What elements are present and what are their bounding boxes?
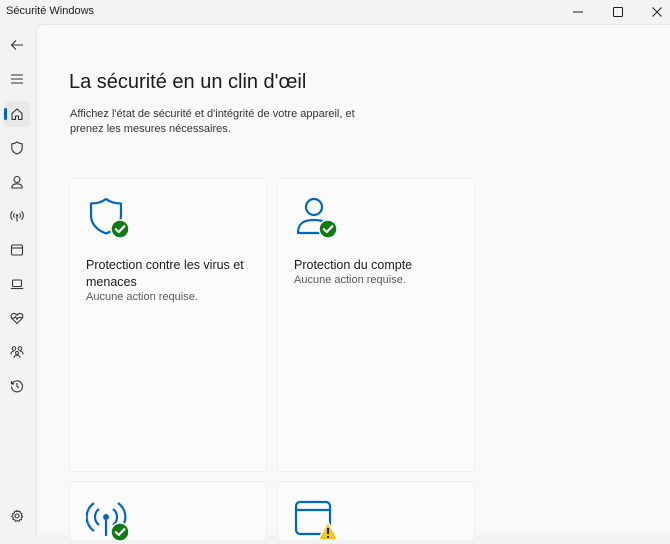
nav-protection-history[interactable]	[4, 373, 30, 399]
navigation-sidebar	[0, 24, 36, 535]
wireless-check-icon	[86, 502, 130, 542]
shield-check-icon	[89, 197, 130, 239]
main-content: La sécurité en un clin d'œil Affichez l'…	[36, 24, 670, 542]
card-app-browser-control[interactable]	[277, 481, 475, 541]
page-title: La sécurité en un clin d'œil	[69, 71, 307, 93]
person-icon	[11, 175, 23, 189]
close-button[interactable]	[642, 0, 670, 24]
card-virus-protection[interactable]: Protection contre les virus et menaces A…	[69, 178, 267, 472]
heart-pulse-icon	[10, 312, 24, 325]
nav-app-browser-control[interactable]	[4, 237, 30, 263]
title-bar: Sécurité Windows	[0, 0, 670, 24]
hamburger-menu-icon	[11, 74, 23, 84]
browser-window-icon	[10, 244, 24, 256]
nav-virus-protection[interactable]	[4, 135, 30, 161]
nav-device-health[interactable]	[4, 305, 30, 331]
card-title: Protection du compte	[294, 258, 413, 272]
nav-firewall-network[interactable]	[4, 203, 30, 229]
nav-settings[interactable]	[4, 503, 30, 529]
back-arrow-icon	[10, 40, 23, 50]
minimize-icon	[573, 11, 583, 13]
card-account-protection[interactable]: Protection du compte Aucune action requi…	[277, 178, 475, 472]
menu-button[interactable]	[4, 66, 30, 92]
home-icon	[11, 108, 23, 121]
wireless-icon	[10, 210, 24, 222]
nav-device-security[interactable]	[4, 271, 30, 297]
minimize-button[interactable]	[563, 0, 593, 24]
card-firewall-network[interactable]	[69, 481, 267, 542]
card-status: Aucune action requise.	[294, 274, 406, 286]
close-icon	[652, 7, 662, 17]
settings-gear-icon	[11, 509, 24, 523]
browser-warning-icon	[294, 500, 339, 541]
card-status: Aucune action requise.	[86, 291, 198, 303]
back-button[interactable]	[4, 32, 30, 58]
maximize-button[interactable]	[603, 0, 633, 24]
nav-home[interactable]	[4, 101, 30, 127]
laptop-icon	[10, 279, 24, 290]
family-icon	[10, 346, 24, 359]
history-icon	[10, 380, 24, 393]
person-check-icon	[296, 197, 338, 239]
page-subtitle: Affichez l'état de sécurité et d'intégri…	[70, 108, 355, 135]
window-title: Sécurité Windows	[6, 5, 95, 17]
nav-family-options[interactable]	[4, 339, 30, 365]
shield-icon	[11, 141, 23, 155]
card-title: Protection contre les virus et menaces	[86, 258, 244, 289]
nav-account-protection[interactable]	[4, 169, 30, 195]
active-indicator	[4, 108, 7, 120]
maximize-icon	[613, 7, 623, 17]
